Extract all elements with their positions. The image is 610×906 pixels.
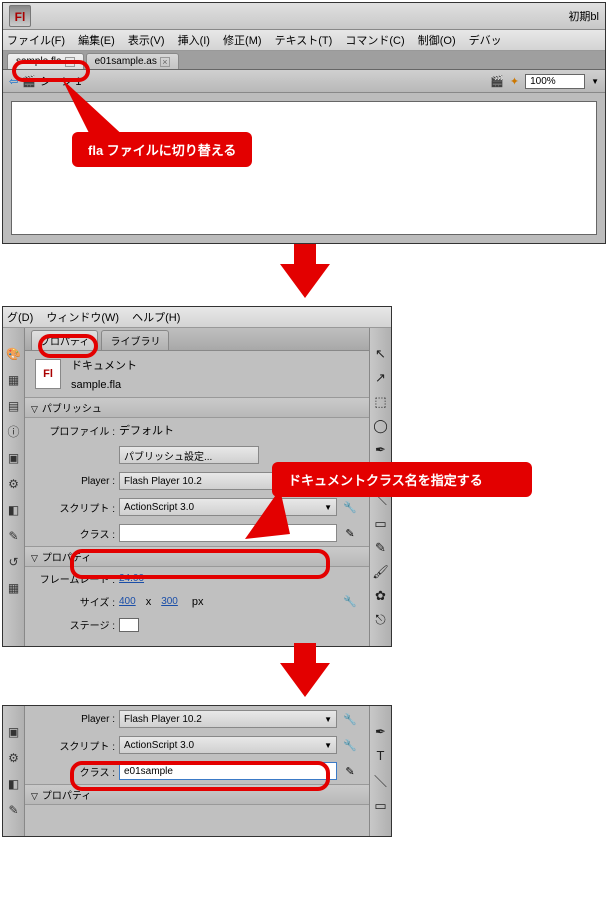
- document-type-label: ドキュメント: [71, 357, 137, 373]
- callout-switch-fla: fla ファイルに切り替える: [72, 132, 252, 167]
- sample-icon[interactable]: ▦: [6, 580, 22, 596]
- line-tool-icon[interactable]: ＼: [374, 771, 387, 790]
- brush-tool-icon[interactable]: 🖌: [372, 564, 389, 580]
- free-transform-icon[interactable]: ⬚: [374, 394, 386, 410]
- menu-view[interactable]: 表示(V): [128, 35, 165, 47]
- flow-arrow-icon: [280, 264, 330, 298]
- library-icon[interactable]: ▤: [6, 398, 22, 414]
- player-dropdown[interactable]: Flash Player 10.2▼: [119, 710, 337, 728]
- components-icon[interactable]: ⚙: [6, 476, 22, 492]
- profile-value: デフォルト: [119, 422, 359, 438]
- wrench-icon[interactable]: 🔧: [341, 501, 359, 514]
- flow-arrow-icon: [280, 663, 330, 697]
- section-publish[interactable]: ▽パブリッシュ: [25, 397, 369, 418]
- highlight-ring-class-input: [70, 549, 330, 579]
- bone-tool-icon[interactable]: ⎋: [375, 612, 385, 628]
- transform-icon[interactable]: ▣: [6, 450, 22, 466]
- menu-bar-2: グ(D) ウィンドウ(W) ヘルプ(H): [3, 307, 391, 328]
- menu-commands[interactable]: コマンド(C): [345, 35, 404, 47]
- pencil-tool-icon[interactable]: ✎: [375, 540, 386, 556]
- profile-label: プロファイル :: [35, 423, 115, 438]
- history-icon[interactable]: ↺: [6, 554, 22, 570]
- edit-scene-icon[interactable]: 🎬: [490, 75, 504, 88]
- zoom-dropdown-icon[interactable]: ▼: [591, 77, 599, 86]
- size-label: サイズ :: [35, 594, 115, 609]
- left-toolbar: ▣ ⚙ ◧ ✎: [3, 706, 25, 836]
- rectangle-tool-icon[interactable]: ▭: [374, 798, 386, 814]
- tab-label: e01sample.as: [95, 56, 157, 67]
- player-label: Player :: [35, 476, 115, 487]
- menu-debug[interactable]: デバッ: [469, 35, 502, 47]
- lasso-tool-icon[interactable]: ◯: [373, 418, 388, 434]
- pencil-icon[interactable]: ✎: [341, 527, 359, 540]
- menu-modify[interactable]: 修正(M): [223, 35, 262, 47]
- menu-debug2[interactable]: グ(D): [7, 312, 33, 324]
- palette-icon[interactable]: 🎨: [6, 346, 22, 362]
- wrench-icon[interactable]: 🔧: [341, 713, 359, 726]
- transform-icon[interactable]: ▣: [6, 724, 22, 740]
- menu-help[interactable]: ヘルプ(H): [132, 312, 180, 324]
- document-tabs: sample.fla × e01sample.as ×: [3, 51, 605, 70]
- tab-e01sample-as[interactable]: e01sample.as ×: [86, 53, 179, 69]
- stage-label: ステージ :: [35, 617, 115, 632]
- callout-text: ドキュメントクラス名を指定する: [288, 473, 483, 488]
- script-label: スクリプト :: [35, 738, 115, 753]
- script-dropdown[interactable]: ActionScript 3.0▼: [119, 498, 337, 516]
- swatches-icon[interactable]: ◧: [6, 502, 22, 518]
- selection-tool-icon[interactable]: ↖: [375, 346, 386, 362]
- left-toolbar: 🎨 ▦ ▤ ⓘ ▣ ⚙ ◧ ✎ ↺ ▦: [3, 328, 25, 646]
- info-icon[interactable]: ⓘ: [6, 424, 22, 440]
- script-label: スクリプト :: [35, 500, 115, 515]
- wrench-icon[interactable]: 🔧: [341, 595, 359, 608]
- subselection-tool-icon[interactable]: ↗: [375, 370, 386, 386]
- document-icon: Fl: [35, 359, 61, 389]
- tab-library[interactable]: ライブラリ: [101, 330, 169, 350]
- menu-control[interactable]: 制御(O): [418, 35, 456, 47]
- script-dropdown[interactable]: ActionScript 3.0▼: [119, 736, 337, 754]
- class-label: クラス :: [35, 526, 115, 541]
- publish-settings-button[interactable]: パブリッシュ設定...: [119, 446, 259, 464]
- align-icon[interactable]: ▦: [6, 372, 22, 388]
- right-toolbar: ✒ T ＼ ▭: [369, 706, 391, 836]
- stage-color-swatch[interactable]: [119, 618, 139, 632]
- rectangle-tool-icon[interactable]: ▭: [374, 516, 386, 532]
- titlebar-right-text: 初期bl: [568, 8, 599, 24]
- menu-edit[interactable]: 編集(E): [78, 35, 115, 47]
- brush-icon[interactable]: ✎: [6, 802, 22, 818]
- edit-symbol-icon[interactable]: ✦: [510, 75, 519, 88]
- player-label: Player :: [35, 714, 115, 725]
- text-tool-icon[interactable]: T: [377, 748, 385, 763]
- height-value[interactable]: 300: [161, 596, 178, 607]
- brush-icon[interactable]: ✎: [6, 528, 22, 544]
- deco-tool-icon[interactable]: ✿: [375, 588, 386, 604]
- wrench-icon[interactable]: 🔧: [341, 739, 359, 752]
- menu-window[interactable]: ウィンドウ(W): [46, 312, 119, 324]
- menu-text[interactable]: テキスト(T): [275, 35, 333, 47]
- callout-text: fla ファイルに切り替える: [88, 143, 236, 158]
- highlight-ring-properties-tab: [38, 334, 98, 358]
- zoom-input[interactable]: 100%: [525, 74, 585, 89]
- pencil-icon[interactable]: ✎: [341, 765, 359, 778]
- close-icon[interactable]: ×: [160, 57, 170, 67]
- pen-tool-icon[interactable]: ✒: [375, 442, 386, 458]
- components-icon[interactable]: ⚙: [6, 750, 22, 766]
- highlight-ring-class-filled: [70, 761, 330, 791]
- menu-insert[interactable]: 挿入(I): [178, 35, 210, 47]
- flash-logo: Fl: [9, 5, 31, 27]
- menu-bar: ファイル(F) 編集(E) 表示(V) 挿入(I) 修正(M) テキスト(T) …: [3, 30, 605, 51]
- swatches-icon[interactable]: ◧: [6, 776, 22, 792]
- menu-file[interactable]: ファイル(F): [7, 35, 65, 47]
- callout-document-class: ドキュメントクラス名を指定する: [272, 462, 532, 497]
- document-name: sample.fla: [71, 379, 137, 391]
- width-value[interactable]: 400: [119, 596, 136, 607]
- class-input[interactable]: [119, 524, 337, 542]
- pen-tool-icon[interactable]: ✒: [375, 724, 386, 740]
